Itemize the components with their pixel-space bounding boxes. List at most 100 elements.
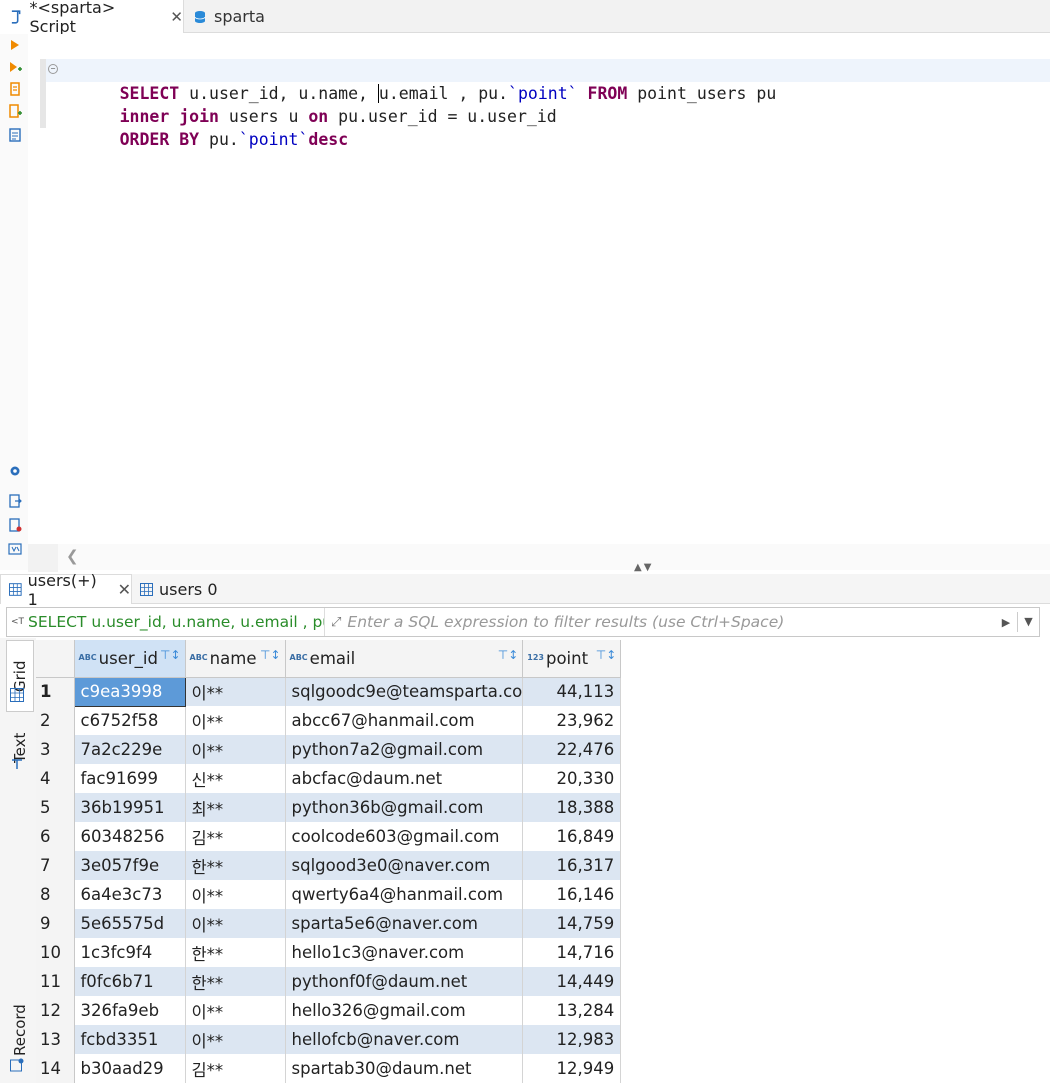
apply-filter-button[interactable]: ▶	[995, 616, 1017, 629]
row-number[interactable]: 12	[36, 996, 75, 1025]
cell-name[interactable]: 최**	[185, 793, 286, 822]
settings-gear-icon[interactable]	[8, 464, 22, 478]
execute-script-icon[interactable]	[8, 82, 22, 96]
cell-user_id[interactable]: 60348256	[74, 822, 186, 851]
execute-statement-icon[interactable]	[8, 38, 22, 52]
row-number[interactable]: 14	[36, 1054, 75, 1083]
cell-email[interactable]: hello326@gmail.com	[285, 996, 524, 1025]
cell-name[interactable]: 김**	[185, 822, 286, 851]
cell-email[interactable]: sparta5e6@naver.com	[285, 909, 524, 938]
cell-point[interactable]: 23,962	[522, 706, 622, 735]
cell-email[interactable]: qwerty6a4@hanmail.com	[285, 880, 524, 909]
cell-email[interactable]: coolcode603@gmail.com	[285, 822, 524, 851]
sql-code[interactable]: − SELECT u.user_id, u.name, u.email , pu.…	[40, 59, 1050, 149]
cell-point[interactable]: 16,317	[522, 851, 622, 880]
table-row[interactable]: 3 7a2c229e 이** python7a2@gmail.com 22,476	[36, 735, 622, 764]
table-row[interactable]: 2 c6752f58 이** abcc67@hanmail.com 23,962	[36, 706, 622, 735]
row-number[interactable]: 2	[36, 706, 75, 735]
cell-name[interactable]: 한**	[185, 938, 286, 967]
cell-user_id[interactable]: 7a2c229e	[74, 735, 186, 764]
row-number[interactable]: 5	[36, 793, 75, 822]
cell-user_id[interactable]: 3e057f9e	[74, 851, 186, 880]
variables-icon[interactable]	[8, 542, 22, 556]
cell-name[interactable]: 이**	[185, 735, 286, 764]
cell-email[interactable]: abcfac@daum.net	[285, 764, 524, 793]
cell-name[interactable]: 김**	[185, 1054, 286, 1083]
cell-point[interactable]: 16,146	[522, 880, 622, 909]
table-row[interactable]: 7 3e057f9e 한** sqlgood3e0@naver.com 16,317	[36, 851, 622, 880]
table-row[interactable]: 1 c9ea3998 이** sqlgoodc9e@teamsparta.co 44,1…	[36, 676, 622, 707]
tab-results-2[interactable]: users 0	[136, 574, 218, 604]
column-header-user_id[interactable]: ABC user_id ⊤↕	[74, 640, 186, 678]
cell-name[interactable]: 이**	[185, 1025, 286, 1054]
table-row[interactable]: 10 1c3fc9f4 한** hello1c3@naver.com 14,716	[36, 938, 622, 967]
fold-toggle-icon[interactable]: −	[48, 64, 58, 74]
cell-user_id[interactable]: b30aad29	[74, 1054, 186, 1083]
table-row[interactable]: 8 6a4e3c73 이** qwerty6a4@hanmail.com 16,146	[36, 880, 622, 909]
cell-point[interactable]: 16,849	[522, 822, 622, 851]
column-header-point[interactable]: 123 point ⊤↕	[522, 640, 622, 678]
execute-script-new-tab-icon[interactable]	[8, 104, 22, 118]
grid-corner[interactable]	[36, 640, 75, 678]
tab-record[interactable]: Record	[6, 994, 34, 1066]
row-number[interactable]: 13	[36, 1025, 75, 1054]
cell-user_id[interactable]: f0fc6b71	[74, 967, 186, 996]
cell-user_id[interactable]: 1c3fc9f4	[74, 938, 186, 967]
cell-user_id[interactable]: 326fa9eb	[74, 996, 186, 1025]
cell-name[interactable]: 한**	[185, 851, 286, 880]
cell-point[interactable]: 44,113	[522, 677, 622, 706]
cell-user_id[interactable]: c9ea3998	[73, 676, 186, 707]
filter-sort-icon[interactable]: ⊤↕	[260, 648, 281, 662]
cell-user_id[interactable]: fcbd3351	[74, 1025, 186, 1054]
cell-point[interactable]: 14,716	[522, 938, 622, 967]
cell-name[interactable]: 한**	[185, 967, 286, 996]
cell-name[interactable]: 이**	[185, 996, 286, 1025]
cell-name[interactable]: 이**	[185, 677, 286, 706]
cell-email[interactable]: sqlgood3e0@naver.com	[285, 851, 524, 880]
cell-user_id[interactable]: c6752f58	[74, 706, 186, 735]
cell-name[interactable]: 이**	[185, 880, 286, 909]
filter-sort-icon[interactable]: ⊤↕	[498, 648, 519, 662]
row-number[interactable]: 1	[36, 677, 75, 706]
cell-point[interactable]: 14,449	[522, 967, 622, 996]
table-row[interactable]: 11 f0fc6b71 한** pythonf0f@daum.net 14,449	[36, 967, 622, 996]
row-number[interactable]: 7	[36, 851, 75, 880]
row-number[interactable]: 3	[36, 735, 75, 764]
horizontal-scrollbar[interactable]: ❮	[58, 544, 1050, 570]
cell-user_id[interactable]: 5e65575d	[74, 909, 186, 938]
close-icon[interactable]: ✕	[170, 8, 183, 26]
cell-point[interactable]: 18,388	[522, 793, 622, 822]
cell-email[interactable]: hellofcb@naver.com	[285, 1025, 524, 1054]
cell-user_id[interactable]: fac91699	[74, 764, 186, 793]
tab-sparta[interactable]: sparta	[188, 0, 265, 33]
cell-email[interactable]: abcc67@hanmail.com	[285, 706, 524, 735]
cell-point[interactable]: 12,983	[522, 1025, 622, 1054]
execute-statement-new-tab-icon[interactable]	[8, 60, 22, 74]
export-icon[interactable]	[8, 494, 22, 508]
close-icon[interactable]: ✕	[118, 580, 131, 599]
filter-input[interactable]: ⤢ Enter a SQL expression to filter resul…	[325, 613, 995, 631]
row-number[interactable]: 10	[36, 938, 75, 967]
table-row[interactable]: 5 36b19951 최** python36b@gmail.com 18,388	[36, 793, 622, 822]
panel-splitter-arrows-icon[interactable]: ▲▼	[634, 562, 653, 573]
scroll-left-icon[interactable]: ❮	[66, 547, 79, 565]
filter-sort-icon[interactable]: ⊤↕	[160, 648, 181, 662]
cell-email[interactable]: spartab30@daum.net	[285, 1054, 524, 1083]
filter-sort-icon[interactable]: ⊤↕	[596, 648, 617, 662]
cell-point[interactable]: 13,284	[522, 996, 622, 1025]
table-row[interactable]: 14 b30aad29 김** spartab30@daum.net 12,949	[36, 1054, 622, 1083]
row-number[interactable]: 9	[36, 909, 75, 938]
filter-history-dropdown[interactable]: ▼	[1017, 612, 1039, 632]
cell-point[interactable]: 22,476	[522, 735, 622, 764]
cell-name[interactable]: 이**	[185, 706, 286, 735]
explain-plan-icon[interactable]	[8, 128, 22, 142]
sql-editor[interactable]: − SELECT u.user_id, u.name, u.email , pu.…	[0, 34, 1050, 572]
query-text[interactable]: <T SELECT u.user_id, u.name, u.email , p…	[7, 608, 325, 636]
table-row[interactable]: 12 326fa9eb 이** hello326@gmail.com 13,284	[36, 996, 622, 1025]
cell-email[interactable]: python7a2@gmail.com	[285, 735, 524, 764]
table-row[interactable]: 4 fac91699 신** abcfac@daum.net 20,330	[36, 764, 622, 793]
cell-name[interactable]: 신**	[185, 764, 286, 793]
tab-results-1[interactable]: users(+) 1 ✕	[0, 571, 132, 609]
table-row[interactable]: 9 5e65575d 이** sparta5e6@naver.com 14,759	[36, 909, 622, 938]
cell-point[interactable]: 20,330	[522, 764, 622, 793]
